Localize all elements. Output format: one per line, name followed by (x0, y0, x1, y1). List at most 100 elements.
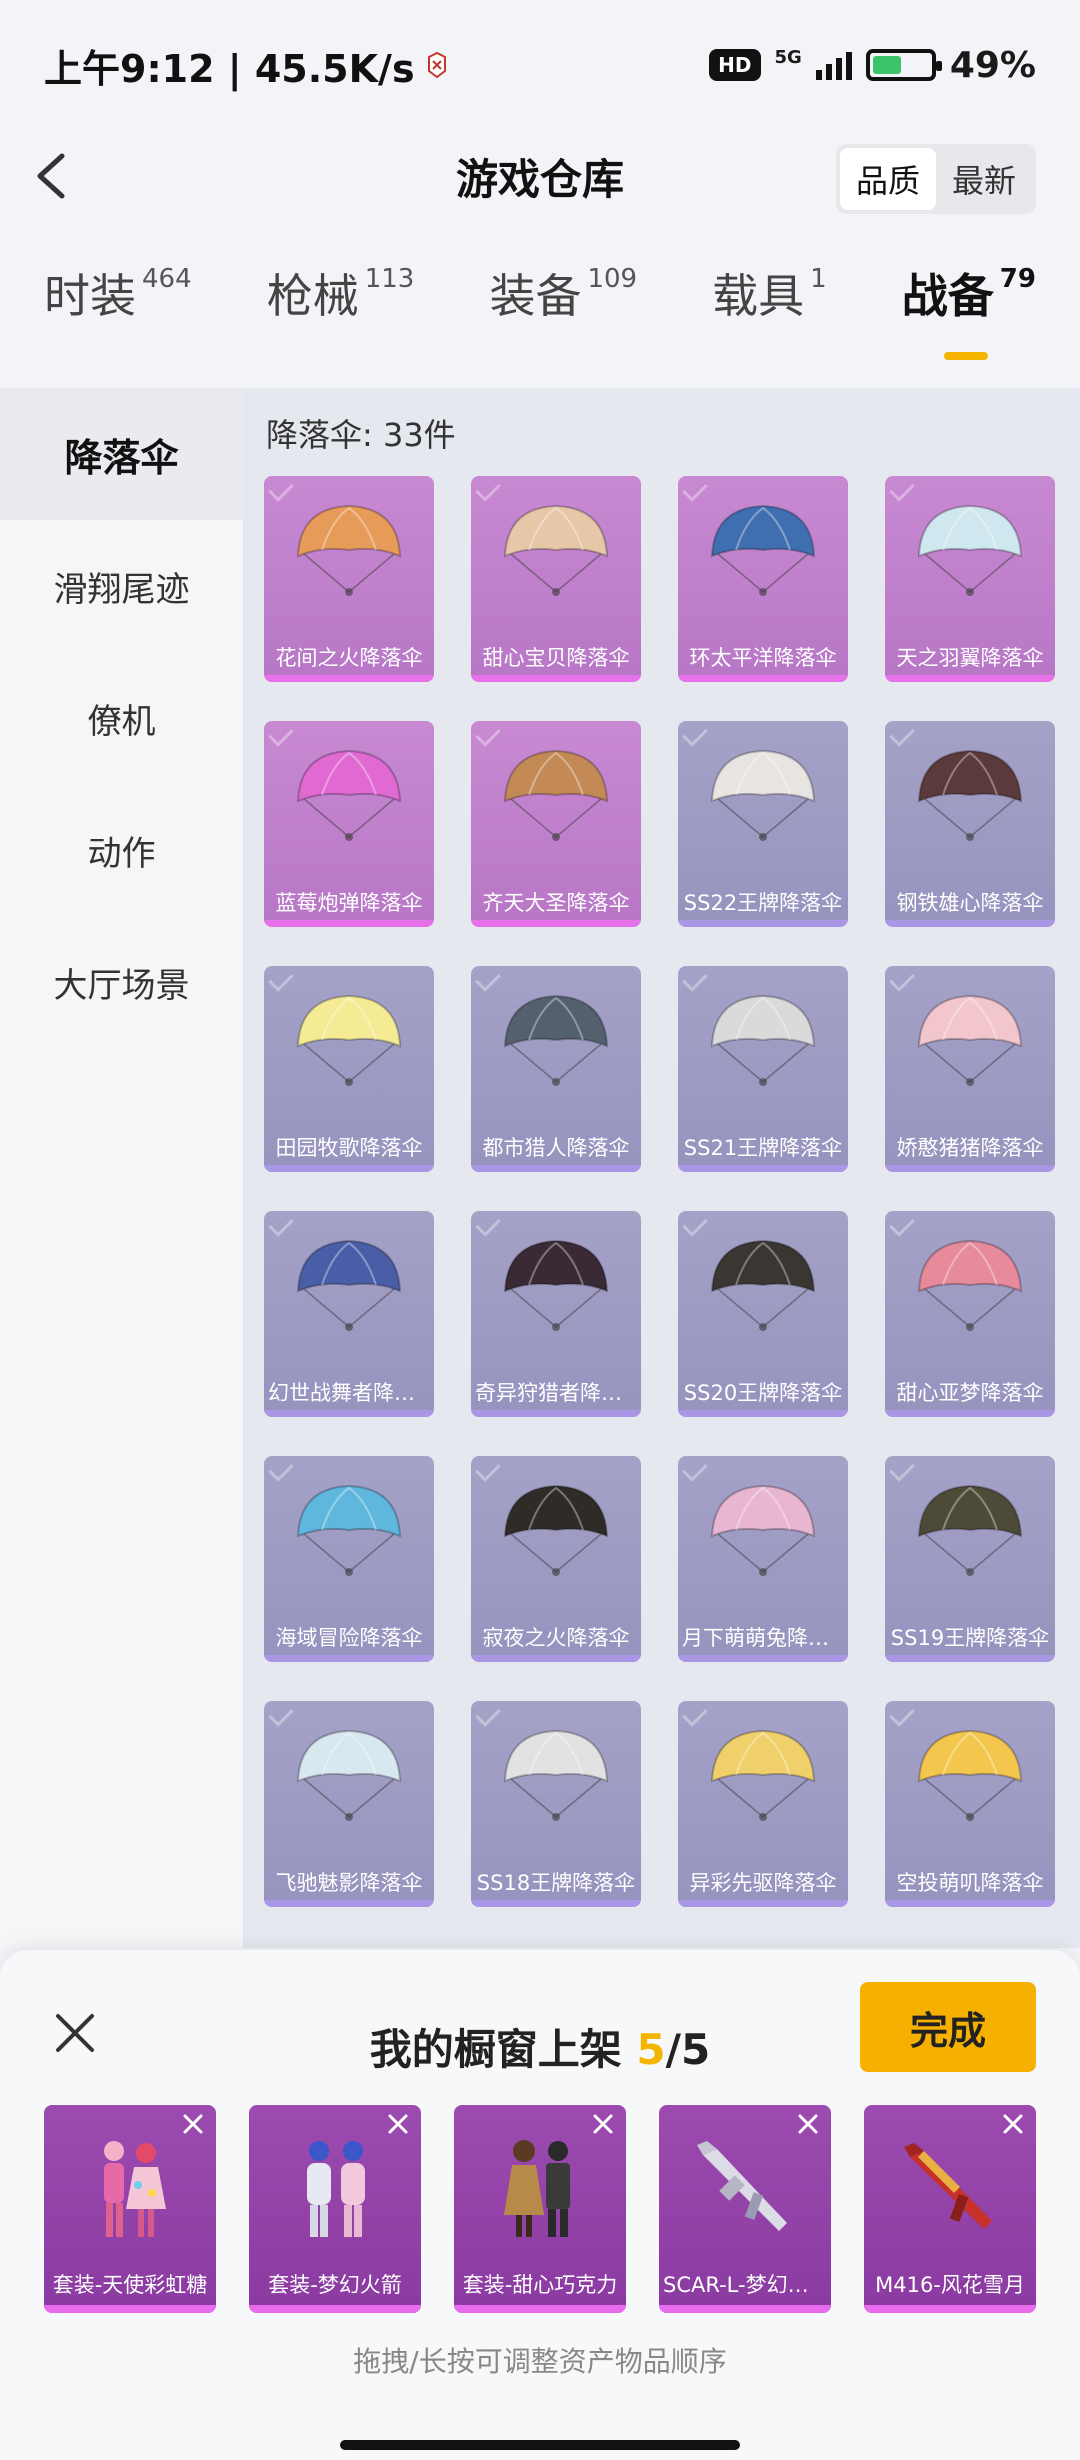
parachute-card[interactable]: 空投萌叽降落伞 (885, 1701, 1055, 1907)
done-button[interactable]: 完成 (860, 1982, 1036, 2072)
showcase-item[interactable]: 套装-甜心巧克力 (454, 2105, 626, 2313)
parachute-card[interactable]: 甜心亚梦降落伞 (885, 1211, 1055, 1417)
rarity-strip (678, 1165, 848, 1172)
back-arrow-icon[interactable] (28, 148, 84, 204)
parachute-icon (710, 1239, 816, 1331)
showcase-item[interactable]: SCAR-L-梦幻火箭 (659, 2105, 831, 2313)
parachute-card[interactable]: SS18王牌降落伞 (471, 1701, 641, 1907)
parachute-card[interactable]: 娇憨猪猪降落伞 (885, 966, 1055, 1172)
parachute-name: 齐天大圣降落伞 (482, 891, 630, 915)
check-icon (889, 966, 915, 992)
status-right: HD 5G 49% (709, 45, 1036, 86)
remove-icon[interactable] (1000, 2111, 1026, 2137)
parachute-card[interactable]: 月下萌萌兔降落伞 (678, 1456, 848, 1662)
parachute-icon (296, 504, 402, 596)
sidebar-item-parachute[interactable]: 降落伞 (0, 388, 243, 520)
check-icon (682, 721, 708, 747)
parachute-icon (503, 994, 609, 1086)
rarity-strip (885, 920, 1055, 927)
parachute-name: 娇憨猪猪降落伞 (896, 1136, 1044, 1160)
parachute-card[interactable]: 天之羽翼降落伞 (885, 476, 1055, 682)
parachute-name: 蓝莓炮弹降落伞 (275, 891, 423, 915)
check-icon (682, 966, 708, 992)
check-icon (268, 966, 294, 992)
tab-label: 时装 (44, 269, 136, 323)
parachute-card[interactable]: SS19王牌降落伞 (885, 1456, 1055, 1662)
rarity-strip (659, 2305, 831, 2313)
check-icon (682, 476, 708, 502)
tab-count: 79 (999, 264, 1036, 294)
tab-equipment[interactable]: 装备 109 (489, 260, 637, 370)
sidebar-item-lobby-scene[interactable]: 大厅场景 (0, 916, 243, 1048)
check-icon (889, 476, 915, 502)
sidebar-item-emote[interactable]: 动作 (0, 784, 243, 916)
showcase-item[interactable]: M416-风花雪月 (864, 2105, 1036, 2313)
parachute-name: 田园牧歌降落伞 (275, 1136, 423, 1160)
parachute-name: 异彩先驱降落伞 (689, 1871, 837, 1895)
sort-latest-button[interactable]: 最新 (936, 148, 1032, 210)
showcase-current: 5 (636, 2025, 666, 2074)
parachute-card[interactable]: 齐天大圣降落伞 (471, 721, 641, 927)
parachute-name: 海域冒险降落伞 (275, 1626, 423, 1650)
status-bar: 上午9:12 | 45.5K/s HD 5G 49% (0, 0, 1080, 130)
parachute-name: SS20王牌降落伞 (683, 1381, 843, 1405)
parachute-card[interactable]: 甜心宝贝降落伞 (471, 476, 641, 682)
parachute-card[interactable]: 海域冒险降落伞 (264, 1456, 434, 1662)
showcase-item[interactable]: 套装-天使彩虹糖 (44, 2105, 216, 2313)
parachute-icon (503, 1239, 609, 1331)
rarity-strip (885, 1410, 1055, 1417)
showcase-sheet: 我的橱窗上架 5/5 完成 套装-天使彩虹糖 套装-梦幻火箭 套装-甜心巧克力 … (0, 1950, 1080, 2460)
parachute-icon (503, 1729, 609, 1821)
hd-badge: HD (709, 49, 761, 81)
parachute-card[interactable]: 蓝莓炮弹降落伞 (264, 721, 434, 927)
parachute-icon (710, 749, 816, 841)
parachute-card[interactable]: 田园牧歌降落伞 (264, 966, 434, 1172)
rarity-strip (678, 1900, 848, 1907)
parachute-card[interactable]: 环太平洋降落伞 (678, 476, 848, 682)
showcase-total: 5 (680, 2025, 711, 2074)
parachute-card[interactable]: 奇异狩猎者降落伞 (471, 1211, 641, 1417)
check-icon (889, 1211, 915, 1237)
parachute-card[interactable]: 都市猎人降落伞 (471, 966, 641, 1172)
parachute-icon (296, 994, 402, 1086)
sidebar-item-wingman[interactable]: 僚机 (0, 652, 243, 784)
showcase-item[interactable]: 套装-梦幻火箭 (249, 2105, 421, 2313)
rarity-strip (885, 1655, 1055, 1662)
parachute-card[interactable]: SS21王牌降落伞 (678, 966, 848, 1172)
tab-combat-supplies[interactable]: 战备 79 (902, 260, 1036, 370)
parachute-card[interactable]: SS22王牌降落伞 (678, 721, 848, 927)
sort-quality-button[interactable]: 品质 (839, 148, 936, 210)
parachute-name: 天之羽翼降落伞 (896, 646, 1044, 670)
tab-fashion[interactable]: 时装 464 (44, 260, 192, 370)
remove-icon[interactable] (385, 2111, 411, 2137)
rarity-strip (264, 675, 434, 682)
sidebar: 降落伞 滑翔尾迹 僚机 动作 大厅场景 (0, 388, 243, 1948)
parachute-card[interactable]: 花间之火降落伞 (264, 476, 434, 682)
sidebar-item-glide-trail[interactable]: 滑翔尾迹 (0, 520, 243, 652)
item-grid: 花间之火降落伞 甜心宝贝降落伞 环太平洋降落伞 天之羽翼降落伞蓝莓炮弹降落伞 齐天大圣降… (264, 476, 1064, 1907)
tab-count: 109 (587, 264, 638, 294)
rarity-strip (885, 1900, 1055, 1907)
parachute-name: 花间之火降落伞 (275, 646, 423, 670)
remove-icon[interactable] (795, 2111, 821, 2137)
parachute-name: 月下萌萌兔降落伞 (682, 1626, 848, 1650)
showcase-title-text: 我的橱窗上架 (369, 2025, 622, 2074)
tab-label: 枪械 (266, 269, 359, 323)
parachute-icon (710, 504, 816, 596)
parachute-card[interactable]: 幻世战舞者降落伞 (264, 1211, 434, 1417)
active-tab-indicator (943, 352, 988, 360)
parachute-name: 环太平洋降落伞 (689, 646, 837, 670)
remove-icon[interactable] (180, 2111, 206, 2137)
rarity-strip (264, 1900, 434, 1907)
remove-icon[interactable] (590, 2111, 616, 2137)
parachute-card[interactable]: 钢铁雄心降落伞 (885, 721, 1055, 927)
rarity-strip (471, 1410, 641, 1417)
tab-guns[interactable]: 枪械 113 (267, 260, 415, 370)
parachute-card[interactable]: 寂夜之火降落伞 (471, 1456, 641, 1662)
parachute-card[interactable]: 飞驰魅影降落伞 (264, 1701, 434, 1907)
rarity-strip (885, 675, 1055, 682)
rarity-strip (264, 920, 434, 927)
tab-vehicles[interactable]: 载具 1 (712, 260, 827, 370)
parachute-card[interactable]: SS20王牌降落伞 (678, 1211, 848, 1417)
parachute-card[interactable]: 异彩先驱降落伞 (678, 1701, 848, 1907)
